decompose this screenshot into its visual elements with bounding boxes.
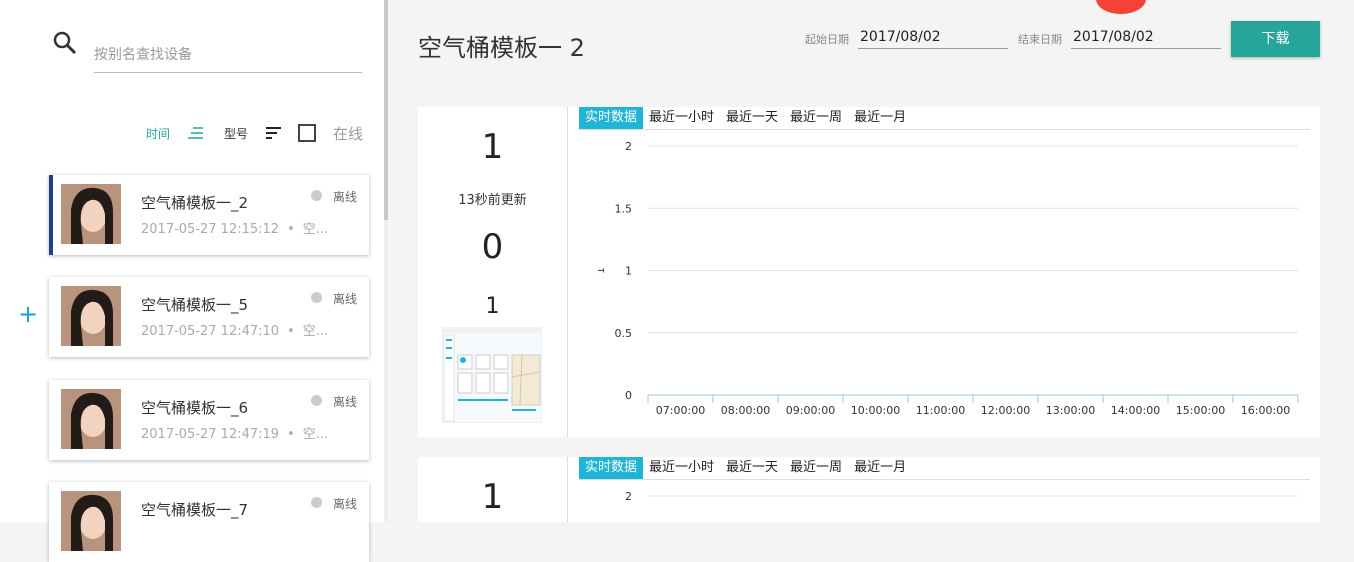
current-value: 1 bbox=[481, 127, 504, 167]
x-tick-label: 10:00:00 bbox=[851, 404, 900, 417]
device-card[interactable]: 空气桶模板一_7 离线 bbox=[49, 482, 369, 562]
sort-bar: 时间 型号 在线 bbox=[0, 122, 386, 144]
y-tick-label: 0 bbox=[625, 389, 632, 402]
update-time: 13秒前更新 bbox=[458, 193, 527, 208]
tab-last-hour[interactable]: 最近一小时 bbox=[643, 457, 720, 479]
time-range-tabs: 实时数据 最近一小时 最近一天 最近一周 最近一月 bbox=[579, 107, 1310, 130]
device-card[interactable]: 空气桶模板一_2 2017-05-27 12:15:12 • 空... 离线 bbox=[49, 175, 369, 255]
device-meta: 2017-05-27 12:47:19 • 空... bbox=[141, 423, 328, 442]
tab-last-day[interactable]: 最近一天 bbox=[720, 457, 784, 479]
tab-last-hour[interactable]: 最近一小时 bbox=[643, 107, 720, 129]
tab-last-week[interactable]: 最近一周 bbox=[784, 457, 848, 479]
meta-separator: • bbox=[287, 324, 295, 339]
status-dot bbox=[311, 190, 322, 201]
count-value: 1 bbox=[485, 294, 500, 319]
start-date-label: 起始日期 bbox=[805, 33, 849, 46]
status-badge: 离线 bbox=[333, 190, 358, 204]
start-date-input[interactable]: 2017/08/02 bbox=[858, 26, 1008, 49]
sort-by-time[interactable]: 时间 bbox=[146, 125, 170, 142]
x-tick-label: 07:00:00 bbox=[656, 404, 705, 417]
end-date-label: 结束日期 bbox=[1018, 33, 1062, 46]
search-input[interactable] bbox=[94, 38, 362, 73]
online-label: 在线 bbox=[333, 125, 364, 143]
panel-divider bbox=[567, 107, 568, 437]
device-time: 2017-05-27 12:47:19 bbox=[141, 427, 280, 442]
realtime-line-chart: 2 bbox=[625, 490, 1298, 503]
download-button[interactable]: 下载 bbox=[1231, 21, 1320, 57]
add-icon[interactable]: + bbox=[18, 302, 38, 326]
status-dot bbox=[311, 497, 322, 508]
status-dot bbox=[311, 395, 322, 406]
y-tick-label: 1.5 bbox=[615, 202, 633, 215]
tab-last-month[interactable]: 最近一月 bbox=[848, 107, 912, 129]
avatar bbox=[61, 184, 121, 244]
x-tick-label: 13:00:00 bbox=[1046, 404, 1095, 417]
avatar bbox=[61, 389, 121, 449]
online-checkbox[interactable] bbox=[298, 124, 316, 142]
device-name: 空气桶模板一_6 bbox=[141, 399, 249, 417]
x-tick-label: 09:00:00 bbox=[786, 404, 835, 417]
page-title: 空气桶模板一 2 bbox=[418, 34, 585, 62]
device-card[interactable]: 空气桶模板一_6 2017-05-27 12:47:19 • 空... 离线 bbox=[49, 380, 369, 460]
tab-last-week[interactable]: 最近一周 bbox=[784, 107, 848, 129]
device-name: 空气桶模板一_7 bbox=[141, 501, 249, 519]
panel-divider bbox=[567, 457, 568, 522]
notification-badge[interactable] bbox=[1096, 0, 1146, 14]
x-tick-label: 15:00:00 bbox=[1176, 404, 1225, 417]
y-tick-label: 0.5 bbox=[615, 327, 633, 340]
sort-lines-icon[interactable] bbox=[265, 127, 283, 142]
x-tick-label: 14:00:00 bbox=[1111, 404, 1160, 417]
sort-desc-icon[interactable] bbox=[187, 127, 205, 142]
tab-realtime[interactable]: 实时数据 bbox=[579, 457, 644, 479]
tab-last-month[interactable]: 最近一月 bbox=[848, 457, 912, 479]
avatar bbox=[61, 491, 121, 551]
device-template: 空... bbox=[302, 222, 329, 237]
x-tick-label: 12:00:00 bbox=[981, 404, 1030, 417]
search-icon[interactable] bbox=[52, 30, 78, 60]
device-card[interactable]: 空气桶模板一_5 2017-05-27 12:47:10 • 空... 离线 bbox=[49, 277, 369, 357]
device-meta: 2017-05-27 12:47:10 • 空... bbox=[141, 320, 328, 339]
current-value: 1 bbox=[481, 477, 504, 517]
time-range-tabs: 实时数据 最近一小时 最近一天 最近一周 最近一月 bbox=[579, 457, 1310, 480]
status-dot bbox=[311, 292, 322, 303]
realtime-line-chart: 2 1.5 1 0.5 0 1 07:00:00 08:00:00 09:00:00 10:00:… bbox=[598, 140, 1299, 417]
tab-realtime[interactable]: 实时数据 bbox=[579, 107, 644, 129]
device-sidebar: 时间 型号 在线 空气桶模板一_2 2017-05-27 12:15:12 • 空.… bbox=[0, 0, 386, 562]
secondary-value: 0 bbox=[481, 227, 504, 267]
dashboard-thumbnail[interactable] bbox=[441, 326, 543, 424]
tab-last-day[interactable]: 最近一天 bbox=[720, 107, 784, 129]
data-panel: 1 实时数据 最近一小时 最近一天 最近一周 最近一月 2 bbox=[418, 457, 1320, 522]
sidebar-scrollbar-thumb[interactable] bbox=[384, 0, 388, 220]
avatar bbox=[61, 286, 121, 346]
status-badge: 离线 bbox=[333, 395, 358, 409]
sort-by-type[interactable]: 型号 bbox=[224, 125, 248, 142]
end-date-input[interactable]: 2017/08/02 bbox=[1071, 26, 1221, 49]
x-tick-label: 11:00:00 bbox=[916, 404, 965, 417]
x-tick-label: 08:00:00 bbox=[721, 404, 770, 417]
y-axis-label: 1 bbox=[598, 267, 607, 273]
data-panel: 1 13秒前更新 0 1 实时数据 最近一小时 最近一天 最近一周 最近一月 2… bbox=[418, 107, 1320, 437]
y-tick-label: 2 bbox=[625, 140, 632, 153]
status-badge: 离线 bbox=[333, 292, 358, 306]
x-tick-label: 16:00:00 bbox=[1241, 404, 1290, 417]
device-name: 空气桶模板一_5 bbox=[141, 296, 249, 314]
device-time: 2017-05-27 12:47:10 bbox=[141, 324, 280, 339]
meta-separator: • bbox=[287, 222, 295, 237]
device-name: 空气桶模板一_2 bbox=[141, 194, 249, 212]
y-tick-label: 1 bbox=[625, 265, 632, 278]
device-meta: 2017-05-27 12:15:12 • 空... bbox=[141, 218, 328, 237]
device-template: 空... bbox=[302, 324, 329, 339]
y-tick-label: 2 bbox=[625, 490, 632, 503]
device-time: 2017-05-27 12:15:12 bbox=[141, 222, 280, 237]
meta-separator: • bbox=[287, 427, 295, 442]
device-template: 空... bbox=[302, 427, 329, 442]
status-badge: 离线 bbox=[333, 497, 358, 511]
